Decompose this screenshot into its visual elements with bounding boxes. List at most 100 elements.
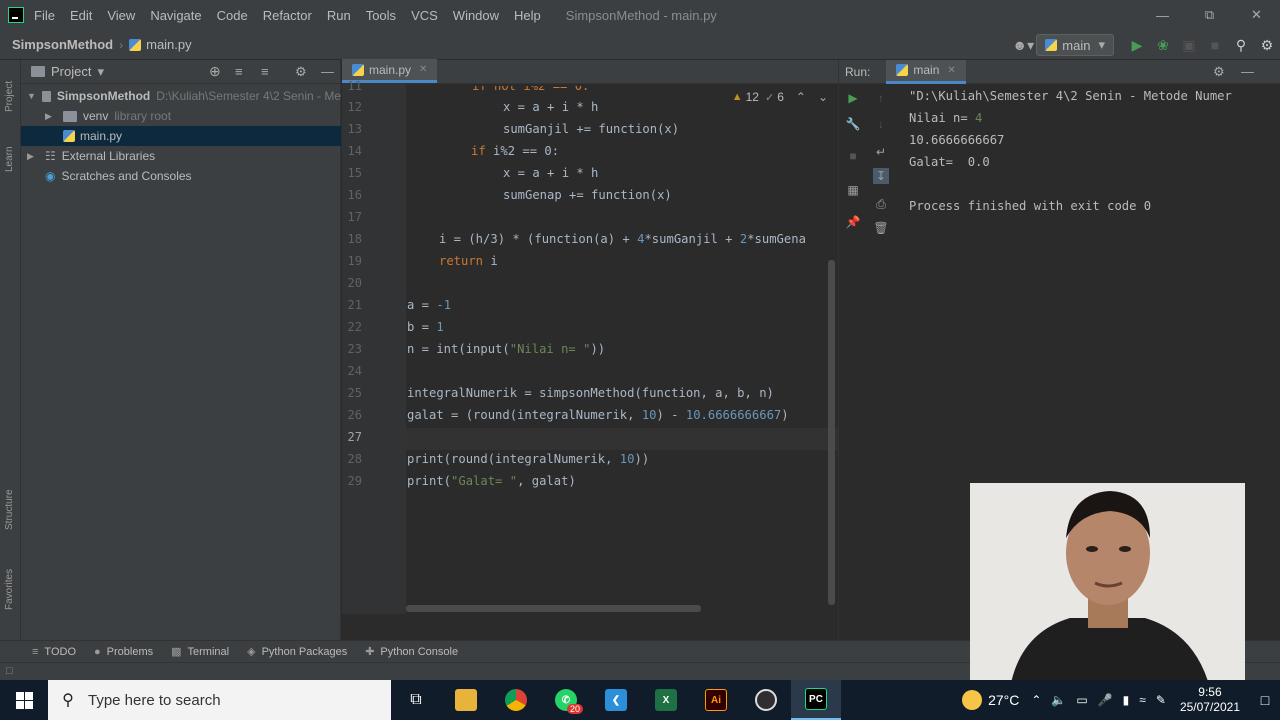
code-line[interactable]: x = a + i * h <box>503 166 598 180</box>
run-tab-main[interactable]: main ✕ <box>886 59 966 84</box>
menu-navigate[interactable]: Navigate <box>150 8 201 23</box>
chrome-button[interactable] <box>491 680 541 720</box>
project-panel-title[interactable]: Project <box>51 64 91 79</box>
task-view-button[interactable]: ⧉ <box>391 680 441 720</box>
menu-edit[interactable]: Edit <box>70 8 92 23</box>
user-icon[interactable]: ☻▾ <box>1010 30 1036 60</box>
code-line[interactable]: galat = (round(integralNumerik, 10) - 10… <box>407 408 789 422</box>
editor-horizontal-scrollbar[interactable] <box>406 605 701 612</box>
menu-code[interactable]: Code <box>217 8 248 23</box>
rerun-icon[interactable]: ▶ <box>845 90 861 106</box>
down-arrow-icon[interactable]: ↓ <box>873 116 889 132</box>
code-line[interactable]: x = a + i * h <box>503 100 598 114</box>
tree-item-scratches[interactable]: ◉ Scratches and Consoles <box>21 166 341 186</box>
tool-problems[interactable]: ● Problems <box>94 646 153 658</box>
pin-icon[interactable]: 📌 <box>845 214 861 230</box>
minimize-icon[interactable]: — <box>1139 0 1186 30</box>
previous-highlight-icon[interactable]: ⌃ <box>796 90 806 104</box>
tree-item-main-py[interactable]: main.py <box>21 126 341 146</box>
run-configuration-select[interactable]: main ▾ <box>1036 34 1114 56</box>
gear-icon[interactable]: ⚙ <box>1213 64 1225 80</box>
excel-button[interactable]: X <box>641 680 691 720</box>
code-line[interactable]: print("Galat= ", galat) <box>407 474 576 488</box>
battery-icon[interactable]: ▮ <box>1123 693 1130 707</box>
display-icon[interactable]: ▭ <box>1076 693 1087 707</box>
start-button[interactable] <box>0 680 48 720</box>
tree-item-project-root[interactable]: ▼ SimpsonMethod D:\Kuliah\Semester 4\2 S… <box>21 86 341 106</box>
clock[interactable]: 9:56 25/07/2021 <box>1180 685 1240 715</box>
notifications-icon[interactable]: □ <box>1250 692 1280 708</box>
gear-icon[interactable]: ⚙ <box>295 64 307 80</box>
whatsapp-button[interactable]: ✆ 20 <box>541 680 591 720</box>
tool-python-console[interactable]: ✚ Python Console <box>365 645 458 659</box>
speaker-icon[interactable]: 🔈 <box>1051 693 1066 707</box>
show-hidden-icons-icon[interactable]: ⌃ <box>1031 693 1041 707</box>
vscode-button[interactable]: ❮ <box>591 680 641 720</box>
microphone-icon[interactable]: 🎤 <box>1098 693 1113 707</box>
debug-icon[interactable]: ❀ <box>1150 30 1176 60</box>
structure-tool-window-label[interactable]: Structure <box>4 489 15 530</box>
close-tab-icon[interactable]: ✕ <box>419 64 427 75</box>
code-line[interactable]: sumGenap += function(x) <box>503 188 672 202</box>
obs-button[interactable] <box>741 680 791 720</box>
close-icon[interactable]: ✕ <box>1233 0 1280 30</box>
code-line[interactable]: sumGanjil += function(x) <box>503 122 679 136</box>
breadcrumb-project[interactable]: SimpsonMethod <box>12 37 113 52</box>
chevron-down-icon[interactable]: ▼ <box>27 91 36 101</box>
editor-vertical-scrollbar[interactable] <box>828 260 835 605</box>
code-line[interactable]: i = (h/3) * (function(a) + 4*sumGanjil +… <box>439 232 806 246</box>
weather-icon[interactable] <box>962 690 983 710</box>
stop-icon[interactable]: ■ <box>845 148 861 164</box>
collapse-all-icon[interactable]: ≡ <box>261 64 269 79</box>
code-line[interactable]: integralNumerik = simpsonMethod(function… <box>407 386 774 400</box>
menu-window[interactable]: Window <box>453 8 499 23</box>
chevron-down-icon[interactable]: ▾ <box>97 64 104 80</box>
project-tool-window-label[interactable]: Project <box>4 81 15 112</box>
favorites-tool-window-label[interactable]: Favorites <box>4 569 15 610</box>
print-icon[interactable]: ⎙ <box>873 196 889 212</box>
code-line[interactable]: n = int(input("Nilai n= ")) <box>407 342 605 356</box>
tool-terminal[interactable]: ▩ Terminal <box>171 645 229 659</box>
next-highlight-icon[interactable]: ⌄ <box>818 90 828 104</box>
expand-all-icon[interactable]: ≡ <box>235 64 243 79</box>
scroll-to-end-icon[interactable]: ↧ <box>873 168 889 184</box>
tool-todo[interactable]: ≡ TODO <box>32 646 76 658</box>
status-toggle-icon[interactable]: □ <box>6 665 13 677</box>
run-icon[interactable]: ▶ <box>1124 30 1150 60</box>
up-arrow-icon[interactable]: ↑ <box>873 90 889 106</box>
tool-python-packages[interactable]: ◈ Python Packages <box>247 645 347 659</box>
trash-icon[interactable]: 🗑 <box>873 220 889 236</box>
code-line[interactable]: a = -1 <box>407 298 451 312</box>
layout-icon[interactable]: ▦ <box>845 182 861 198</box>
settings-gear-icon[interactable]: ⚙ <box>1254 30 1280 60</box>
inspection-widget[interactable]: ▲ 12 ✓ 6 ⌃ ⌄ <box>732 90 828 104</box>
code-line[interactable]: b = 1 <box>407 320 444 334</box>
menu-refactor[interactable]: Refactor <box>263 8 312 23</box>
pycharm-button[interactable]: PC <box>791 680 841 720</box>
tree-item-external-libraries[interactable]: ▶ ☷ External Libraries <box>21 146 341 166</box>
breadcrumb-file[interactable]: main.py <box>129 37 192 52</box>
chevron-right-icon[interactable]: ▶ <box>45 111 57 122</box>
menu-file[interactable]: File <box>34 8 55 23</box>
file-explorer-button[interactable] <box>441 680 491 720</box>
menu-vcs[interactable]: VCS <box>411 8 438 23</box>
locate-icon[interactable]: ⊕ <box>209 63 221 80</box>
wifi-icon[interactable]: ≈ <box>1139 693 1146 707</box>
stop-icon[interactable]: ■ <box>1202 30 1228 60</box>
learn-tool-window-label[interactable]: Learn <box>4 146 15 172</box>
search-icon[interactable]: ⚲ <box>1228 30 1254 60</box>
code-line[interactable]: print(round(integralNumerik, 10)) <box>407 452 649 466</box>
menu-run[interactable]: Run <box>327 8 351 23</box>
taskbar-search-box[interactable]: ⚲ Type here to search <box>48 680 391 720</box>
restore-icon[interactable]: ⧉ <box>1186 0 1233 30</box>
hide-icon[interactable]: — <box>321 64 334 79</box>
menu-help[interactable]: Help <box>514 8 541 23</box>
menu-tools[interactable]: Tools <box>366 8 396 23</box>
pen-icon[interactable]: ✎ <box>1156 693 1166 707</box>
tree-item-venv[interactable]: ▶ venv library root <box>21 106 341 126</box>
code-line[interactable]: return i <box>439 254 498 268</box>
weather-temperature[interactable]: 27°C <box>988 692 1019 708</box>
soft-wrap-icon[interactable]: ↵ <box>873 144 889 160</box>
close-tab-icon[interactable]: ✕ <box>947 65 955 76</box>
coverage-icon[interactable]: ▣ <box>1176 30 1202 60</box>
